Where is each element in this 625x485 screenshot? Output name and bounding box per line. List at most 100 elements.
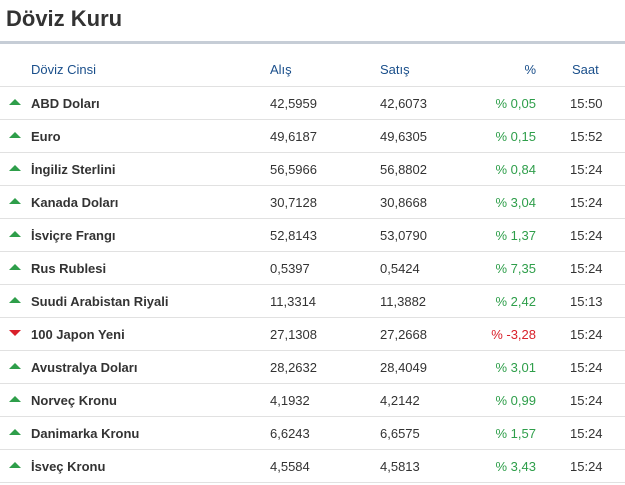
currency-cell[interactable]: Suudi Arabistan Riyali [0, 284, 270, 318]
triangle-up-icon [9, 396, 21, 403]
sell-rate-cell: 4,5813 [380, 449, 480, 483]
table-row[interactable]: Euro 49,6187 49,6305% 0,15 15:52 [0, 119, 625, 153]
sell-rate-cell: 6,6575 [380, 416, 480, 450]
update-time-cell: 15:24 [560, 383, 625, 417]
buy-rate-cell: 4,1932 [270, 383, 380, 417]
update-time-cell: 15:24 [560, 251, 625, 285]
table-row[interactable]: Avustralya Doları 28,2632 28,4049% 3,01 15:… [0, 350, 625, 384]
update-time-cell: 15:24 [560, 449, 625, 483]
change-percent-cell: % 7,35 [480, 251, 560, 285]
currency-name[interactable]: İngiliz Sterlini [31, 162, 116, 177]
triangle-up-icon [9, 132, 21, 139]
table-row[interactable]: İngiliz Sterlini 56,5966 56,8802% 0,84 15:2… [0, 152, 625, 186]
buy-rate-cell: 27,1308 [270, 317, 380, 351]
change-percent-cell: % -3,28 [480, 317, 560, 351]
table-row[interactable]: Norveç Kronu 4,1932 4,2142% 0,99 15:24 [0, 383, 625, 417]
table-row[interactable]: Rus Rublesi 0,5397 0,5424% 7,35 15:24 [0, 251, 625, 285]
column-header-time: Saat [560, 52, 625, 87]
table-row[interactable]: İsveç Kronu 4,5584 4,5813% 3,43 15:24 [0, 449, 625, 483]
sell-rate-cell: 4,2142 [380, 383, 480, 417]
sell-rate-cell: 11,3882 [380, 284, 480, 318]
column-header-sell: Satış [380, 52, 480, 87]
currency-cell[interactable]: İsveç Kronu [0, 449, 270, 483]
triangle-up-icon [9, 165, 21, 172]
table-row[interactable]: Kanada Doları 30,7128 30,8668% 3,04 15:24 [0, 185, 625, 219]
currency-name[interactable]: Suudi Arabistan Riyali [31, 294, 169, 309]
change-percent-cell: % 0,05 [480, 86, 560, 120]
buy-rate-cell: 52,8143 [270, 218, 380, 252]
currency-name[interactable]: Danimarka Kronu [31, 426, 139, 441]
currency-cell[interactable]: Danimarka Kronu [0, 416, 270, 450]
update-time-cell: 15:24 [560, 317, 625, 351]
buy-rate-cell: 42,5959 [270, 86, 380, 120]
sell-rate-cell: 42,6073 [380, 86, 480, 120]
triangle-up-icon [9, 264, 21, 271]
sell-rate-cell: 30,8668 [380, 185, 480, 219]
table-row[interactable]: İsviçre Frangı 52,8143 53,0790% 1,37 15:24 [0, 218, 625, 252]
currency-name[interactable]: Rus Rublesi [31, 261, 106, 276]
buy-rate-cell: 49,6187 [270, 119, 380, 153]
column-header-buy: Alış [270, 52, 380, 87]
sell-rate-cell: 0,5424 [380, 251, 480, 285]
currency-cell[interactable]: ABD Doları [0, 86, 270, 120]
triangle-up-icon [9, 297, 21, 304]
buy-rate-cell: 6,6243 [270, 416, 380, 450]
triangle-up-icon [9, 429, 21, 436]
change-percent-cell: % 2,42 [480, 284, 560, 318]
update-time-cell: 15:50 [560, 86, 625, 120]
currency-cell[interactable]: Euro [0, 119, 270, 153]
table-row[interactable]: ABD Doları 42,5959 42,6073% 0,05 15:50 [0, 86, 625, 120]
sell-rate-cell: 27,2668 [380, 317, 480, 351]
update-time-cell: 15:24 [560, 185, 625, 219]
buy-rate-cell: 28,2632 [270, 350, 380, 384]
buy-rate-cell: 30,7128 [270, 185, 380, 219]
currency-name[interactable]: 100 Japon Yeni [31, 327, 125, 342]
widget-title: Döviz Kuru [6, 6, 123, 31]
currency-cell[interactable]: Norveç Kronu [0, 383, 270, 417]
currency-cell[interactable]: Avustralya Doları [0, 350, 270, 384]
triangle-up-icon [9, 198, 21, 205]
triangle-up-icon [9, 99, 21, 106]
currency-cell[interactable]: İsviçre Frangı [0, 218, 270, 252]
currency-cell[interactable]: İngiliz Sterlini [0, 152, 270, 186]
sell-rate-cell: 49,6305 [380, 119, 480, 153]
update-time-cell: 15:24 [560, 218, 625, 252]
currency-name[interactable]: Avustralya Doları [31, 360, 137, 375]
currency-cell[interactable]: Rus Rublesi [0, 251, 270, 285]
change-percent-cell: % 0,99 [480, 383, 560, 417]
currency-name[interactable]: Norveç Kronu [31, 393, 117, 408]
update-time-cell: 15:24 [560, 152, 625, 186]
change-percent-cell: % 3,04 [480, 185, 560, 219]
currency-cell[interactable]: 100 Japon Yeni [0, 317, 270, 351]
currency-name[interactable]: Euro [31, 129, 61, 144]
currency-cell[interactable]: Kanada Doları [0, 185, 270, 219]
table-row[interactable]: Suudi Arabistan Riyali 11,3314 11,3882% 2,… [0, 284, 625, 318]
column-header-percent: % [480, 52, 560, 87]
change-percent-cell: % 1,57 [480, 416, 560, 450]
change-percent-cell: % 0,84 [480, 152, 560, 186]
buy-rate-cell: 11,3314 [270, 284, 380, 318]
update-time-cell: 15:52 [560, 119, 625, 153]
change-percent-cell: % 0,15 [480, 119, 560, 153]
sell-rate-cell: 53,0790 [380, 218, 480, 252]
triangle-down-icon [9, 330, 21, 337]
column-header-currency: Döviz Cinsi [0, 52, 270, 87]
currency-name[interactable]: Kanada Doları [31, 195, 118, 210]
update-time-cell: 15:13 [560, 284, 625, 318]
table-row[interactable]: Danimarka Kronu 6,6243 6,6575% 1,57 15:24 [0, 416, 625, 450]
triangle-up-icon [9, 363, 21, 370]
table-row[interactable]: 100 Japon Yeni 27,1308 27,2668% -3,28 15:24 [0, 317, 625, 351]
sell-rate-cell: 56,8802 [380, 152, 480, 186]
currency-name[interactable]: ABD Doları [31, 96, 100, 111]
change-percent-cell: % 1,37 [480, 218, 560, 252]
sell-rate-cell: 28,4049 [380, 350, 480, 384]
buy-rate-cell: 56,5966 [270, 152, 380, 186]
change-percent-cell: % 3,43 [480, 449, 560, 483]
currency-name[interactable]: İsviçre Frangı [31, 228, 116, 243]
update-time-cell: 15:24 [560, 350, 625, 384]
triangle-up-icon [9, 462, 21, 469]
triangle-up-icon [9, 231, 21, 238]
buy-rate-cell: 0,5397 [270, 251, 380, 285]
title-divider [0, 41, 625, 44]
currency-name[interactable]: İsveç Kronu [31, 459, 105, 474]
